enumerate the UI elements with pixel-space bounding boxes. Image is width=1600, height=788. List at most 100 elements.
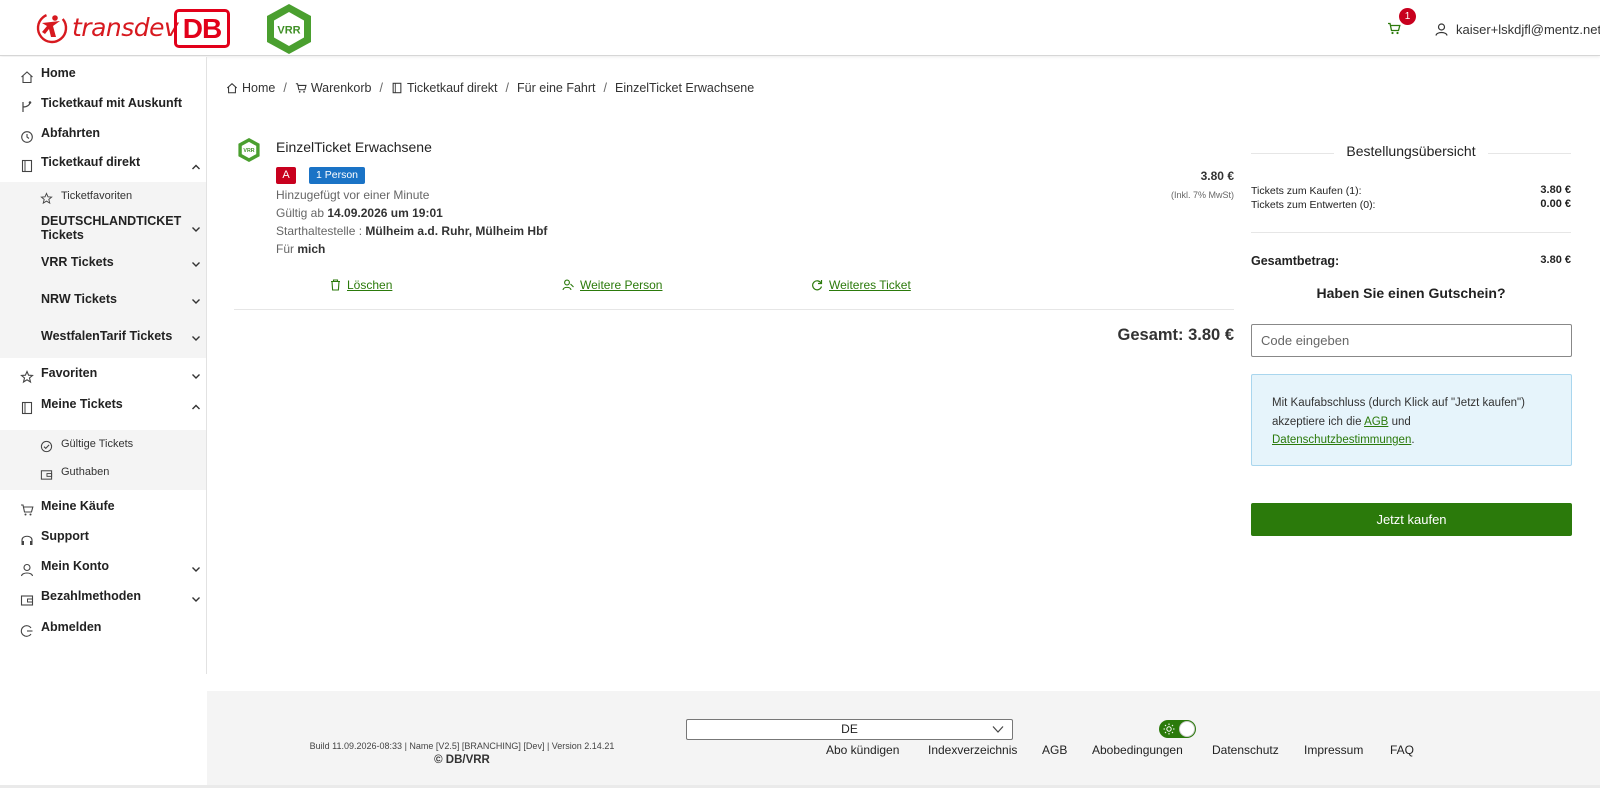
buy-now-button[interactable]: Jetzt kaufen xyxy=(1251,503,1572,536)
sidebar-item-ticketkauf-auskunft[interactable]: Ticketkauf mit Auskunft xyxy=(0,95,206,115)
summary-row-void: Tickets zum Entwerten (0): 0.00 € xyxy=(1251,198,1571,211)
sidebar-item-bezahlmethoden[interactable]: Bezahlmethoden xyxy=(0,588,206,608)
sidebar-item-abfahrten[interactable]: Abfahrten xyxy=(0,125,206,145)
sidebar-item-label: Meine Käufe xyxy=(41,499,115,513)
footer-link-datenschutz[interactable]: Datenschutz xyxy=(1212,743,1279,757)
star-icon xyxy=(20,370,34,384)
start-stop-value: Mülheim a.d. Ruhr, Mülheim Hbf xyxy=(365,224,548,238)
user-account-menu[interactable]: kaiser+lskdjfl@mentz.net xyxy=(1435,22,1600,37)
theme-toggle[interactable] xyxy=(1159,720,1196,738)
cart-icon xyxy=(295,83,307,93)
add-person-action[interactable]: Weitere Person xyxy=(562,278,662,292)
breadcrumb-separator: / xyxy=(379,81,383,95)
sidebar-item-label: Home xyxy=(41,66,76,80)
headset-icon xyxy=(21,535,33,545)
sidebar-item-support[interactable]: Support xyxy=(0,528,206,548)
ticket-start-stop: Starthaltestelle : Mülheim a.d. Ruhr, Mü… xyxy=(276,224,547,238)
breadcrumb-separator: / xyxy=(603,81,608,95)
sidebar-item-mein-konto[interactable]: Mein Konto xyxy=(0,558,206,578)
chevron-down-icon xyxy=(192,374,200,379)
chevron-up-icon xyxy=(192,164,200,170)
breadcrumb-fuer-eine-fahrt[interactable]: Für eine Fahrt xyxy=(517,81,596,95)
add-person-link[interactable]: Weitere Person xyxy=(580,278,662,292)
ticket-price: 3.80 € xyxy=(1200,169,1234,183)
agb-link[interactable]: AGB xyxy=(1364,416,1388,428)
user-email: kaiser+lskdjfl@mentz.net xyxy=(1456,22,1600,37)
wallet-icon xyxy=(20,595,34,606)
order-summary-title-text: Bestellungsübersicht xyxy=(1334,143,1488,159)
chevron-up-icon xyxy=(192,404,200,410)
sidebar-item-nrw-tickets[interactable]: NRW Tickets xyxy=(0,292,206,310)
home-icon xyxy=(21,71,33,84)
sidebar-item-ticketfavoriten[interactable]: Ticketfavoriten xyxy=(0,189,206,207)
delete-ticket-action[interactable]: Löschen xyxy=(330,278,392,292)
breadcrumb-label: Für eine Fahrt xyxy=(517,81,596,95)
footer-link-faq[interactable]: FAQ xyxy=(1390,743,1414,757)
validity-value: 14.09.2026 um 19:01 xyxy=(327,206,443,220)
summary-grand-total: Gesamtbetrag: 3.80 € xyxy=(1251,254,1571,268)
sidebar-item-gueltige-tickets[interactable]: Gültige Tickets xyxy=(0,437,206,455)
sidebar-item-meine-kaeufe[interactable]: Meine Käufe xyxy=(0,498,206,518)
sidebar-item-guthaben[interactable]: Guthaben xyxy=(0,465,206,483)
footer-link-impressum[interactable]: Impressum xyxy=(1304,743,1363,757)
sidebar-item-label: Mein Konto xyxy=(41,559,110,573)
sidebar-nav: Home Ticketkauf mit Auskunft Abfahrten T… xyxy=(0,57,207,674)
breadcrumb-label: Warenkorb xyxy=(310,81,372,95)
breadcrumb-ticketkauf-direkt[interactable]: Ticketkauf direkt xyxy=(391,81,498,95)
sidebar-item-home[interactable]: Home xyxy=(0,65,206,85)
cart-button[interactable] xyxy=(1387,22,1403,38)
breadcrumb-warenkorb[interactable]: Warenkorb xyxy=(295,81,372,95)
transdev-emblem-icon xyxy=(36,12,68,44)
footer-link-agb[interactable]: AGB xyxy=(1042,743,1067,757)
add-ticket-action[interactable]: Weiteres Ticket xyxy=(811,278,911,292)
breadcrumb-home[interactable]: Home xyxy=(226,81,275,95)
footer-link-abobedingungen[interactable]: Abobedingungen xyxy=(1092,743,1183,757)
trash-icon xyxy=(331,279,340,291)
sidebar-item-label: Meine Tickets xyxy=(41,397,123,411)
sidebar-item-vrr-tickets[interactable]: VRR Tickets xyxy=(0,255,206,273)
wallet-icon xyxy=(40,470,53,480)
transdev-logo[interactable]: transdev xyxy=(34,10,179,44)
footer-link-indexverzeichnis[interactable]: Indexverzeichnis xyxy=(928,743,1017,757)
db-logo[interactable]: DB xyxy=(174,9,230,48)
breadcrumb-label: Ticketkauf direkt xyxy=(406,81,498,95)
chevron-down-icon xyxy=(192,299,200,304)
chevron-down-icon xyxy=(192,597,200,602)
sidebar-item-label: WestfalenTarif Tickets xyxy=(41,329,173,343)
clock-icon xyxy=(21,131,33,143)
cart-total: Gesamt: 3.80 € xyxy=(1117,326,1234,344)
voucher-code-input[interactable] xyxy=(1251,324,1572,357)
sidebar-item-abmelden[interactable]: Abmelden xyxy=(0,619,206,639)
add-ticket-link[interactable]: Weiteres Ticket xyxy=(829,278,911,292)
sidebar-item-label: Ticketkauf mit Auskunft xyxy=(41,96,182,110)
footer-link-abo-kuendigen[interactable]: Abo kündigen xyxy=(826,743,899,757)
chevron-down-icon xyxy=(192,227,200,232)
sidebar-item-favoriten[interactable]: Favoriten xyxy=(0,365,206,385)
sidebar-item-label: Guthaben xyxy=(61,466,110,478)
order-summary-title: Bestellungsübersicht xyxy=(1251,143,1571,159)
ticket-icon xyxy=(21,159,33,173)
sidebar-item-westfalentarif[interactable]: WestfalenTarif Tickets xyxy=(0,329,206,347)
ticket-icon xyxy=(392,82,402,94)
top-header: transdev DB VRR 1 kaiser+lskdjfl@mentz.n… xyxy=(0,0,1600,56)
sidebar-item-ticketkauf-direkt[interactable]: Ticketkauf direkt xyxy=(0,154,206,174)
sidebar-item-label: NRW Tickets xyxy=(41,292,117,306)
vrr-ticket-wordmark: VRR xyxy=(243,148,254,154)
sidebar-item-label: Abfahrten xyxy=(41,126,101,140)
sidebar-item-deutschlandticket[interactable]: DEUTSCHLANDTICKET Tickets xyxy=(0,214,206,244)
summary-buy-label: Tickets zum Kaufen (1): xyxy=(1251,185,1362,197)
vrr-logo[interactable]: VRR xyxy=(263,2,315,59)
vrr-hexagon-icon: VRR xyxy=(267,4,311,54)
ticket-for-whom: Für mich xyxy=(276,242,325,256)
sidebar-item-meine-tickets[interactable]: Meine Tickets xyxy=(0,396,206,416)
chevron-down-icon xyxy=(192,262,200,267)
for-label: Für xyxy=(276,242,294,256)
delete-ticket-link[interactable]: Löschen xyxy=(347,278,392,292)
chevron-down-icon xyxy=(192,336,200,341)
home-icon xyxy=(226,83,238,94)
privacy-policy-link[interactable]: Datenschutzbestimmungen xyxy=(1272,434,1411,446)
vrr-ticket-icon: VRR xyxy=(236,137,262,166)
sidebar-item-label: Ticketfavoriten xyxy=(61,190,133,202)
language-select[interactable]: DE xyxy=(686,719,1013,740)
logout-icon xyxy=(20,625,33,637)
